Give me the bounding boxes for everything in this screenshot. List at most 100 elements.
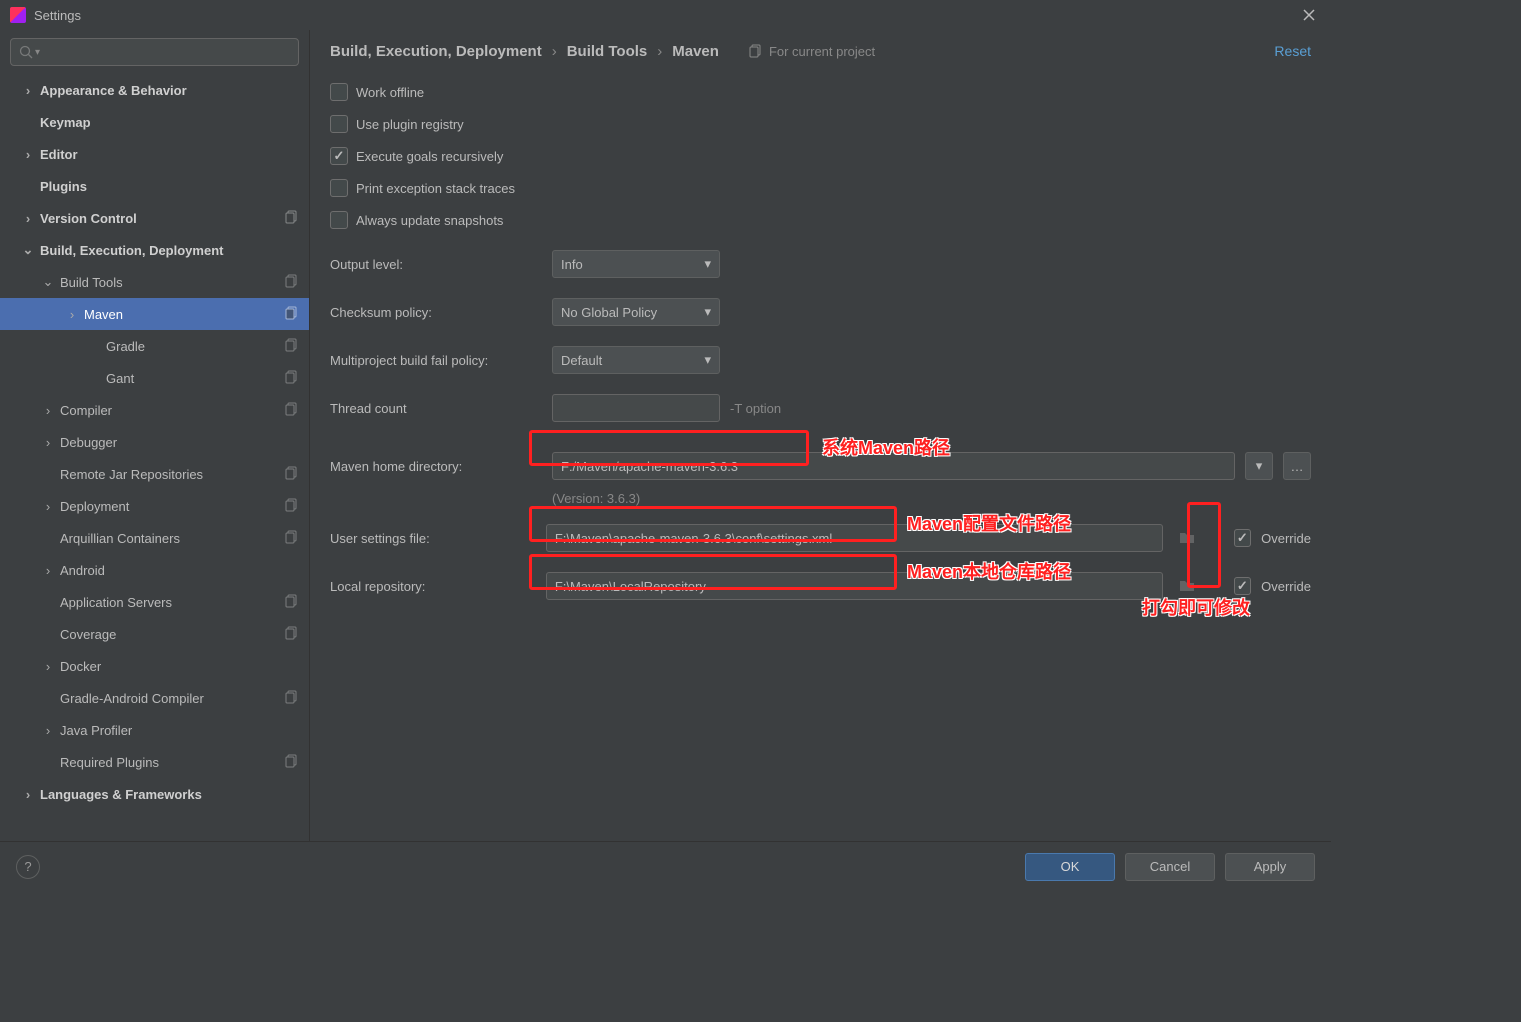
sidebar-item-gradle[interactable]: Gradle xyxy=(0,330,309,362)
sidebar-item-plugins[interactable]: Plugins xyxy=(0,170,309,202)
sidebar-item-deployment[interactable]: ›Deployment xyxy=(0,490,309,522)
copy-icon xyxy=(285,690,299,707)
copy-icon xyxy=(285,370,299,387)
output-level-select[interactable]: Info ▾ xyxy=(552,250,720,278)
chevron-right-icon: › xyxy=(40,403,56,418)
user-settings-override-checkbox[interactable] xyxy=(1234,529,1252,547)
checkbox[interactable] xyxy=(330,211,348,229)
sidebar-item-label: Android xyxy=(60,563,105,578)
copy-icon xyxy=(285,210,299,227)
user-settings-override-label: Override xyxy=(1261,531,1311,546)
user-settings-label: User settings file: xyxy=(330,531,536,546)
sidebar-item-editor[interactable]: ›Editor xyxy=(0,138,309,170)
breadcrumb-row: Build, Execution, Deployment › Build Too… xyxy=(310,30,1331,72)
output-level-label: Output level: xyxy=(330,257,542,272)
maven-home-browse-button[interactable]: … xyxy=(1283,452,1311,480)
chevron-down-icon: ⌄ xyxy=(40,274,56,290)
sidebar-item-debugger[interactable]: ›Debugger xyxy=(0,426,309,458)
chevron-right-icon: › xyxy=(40,563,56,578)
sidebar-item-docker[interactable]: › Docker xyxy=(0,650,309,682)
sidebar-item-label: Languages & Frameworks xyxy=(40,787,202,802)
help-button[interactable]: ? xyxy=(16,855,40,879)
checkbox-row: Execute goals recursively xyxy=(330,140,1311,172)
maven-home-dropdown[interactable]: ▾ xyxy=(1245,452,1273,480)
chevron-right-icon: › xyxy=(657,43,662,60)
local-repo-label: Local repository: xyxy=(330,579,536,594)
close-icon[interactable] xyxy=(1297,3,1321,27)
checksum-policy-label: Checksum policy: xyxy=(330,305,542,320)
sidebar-item-maven[interactable]: ›Maven xyxy=(0,298,309,330)
local-repo-override-checkbox[interactable] xyxy=(1234,577,1252,595)
sidebar-item-label: Compiler xyxy=(60,403,112,418)
checkbox-label: Execute goals recursively xyxy=(356,149,503,164)
chevron-right-icon: › xyxy=(20,147,36,162)
sidebar-item-build-execution-deployment[interactable]: ⌄Build, Execution, Deployment xyxy=(0,234,309,266)
breadcrumb-item[interactable]: Maven xyxy=(672,43,719,60)
footer: ? OK Cancel Apply xyxy=(0,841,1331,891)
fail-policy-select[interactable]: Default ▾ xyxy=(552,346,720,374)
chevron-down-icon: ▾ xyxy=(1256,458,1263,474)
sidebar-item-application-servers[interactable]: Application Servers xyxy=(0,586,309,618)
chevron-right-icon: › xyxy=(552,43,557,60)
sidebar-item-arquillian-containers[interactable]: Arquillian Containers xyxy=(0,522,309,554)
app-icon xyxy=(10,7,26,23)
local-repo-input[interactable]: F:\Maven\LocalRepository xyxy=(546,572,1163,600)
chevron-right-icon: › xyxy=(20,211,36,226)
sidebar-item-android[interactable]: › Android xyxy=(0,554,309,586)
browse-folder-icon[interactable] xyxy=(1173,572,1202,600)
sidebar-item-build-tools[interactable]: ⌄ Build Tools xyxy=(0,266,309,298)
copy-icon xyxy=(285,754,299,771)
breadcrumb: Build, Execution, Deployment › Build Too… xyxy=(330,43,719,60)
output-level-row: Output level: Info ▾ xyxy=(330,244,1311,284)
sidebar-item-label: Build Tools xyxy=(60,275,123,290)
sidebar-item-required-plugins[interactable]: Required Plugins xyxy=(0,746,309,778)
apply-button[interactable]: Apply xyxy=(1225,853,1315,881)
sidebar-item-label: Version Control xyxy=(40,211,137,226)
copy-icon xyxy=(749,44,763,58)
copy-icon xyxy=(285,306,299,323)
sidebar-item-label: Docker xyxy=(60,659,101,674)
sidebar-item-label: Remote Jar Repositories xyxy=(60,467,203,482)
sidebar-item-coverage[interactable]: Coverage xyxy=(0,618,309,650)
sidebar-item-label: Debugger xyxy=(60,435,117,450)
settings-window: Settings ▾ ›Appearance & BehaviorKeymap›… xyxy=(0,0,1331,891)
chevron-down-icon: ▾ xyxy=(704,304,711,320)
sidebar-item-compiler[interactable]: › Compiler xyxy=(0,394,309,426)
sidebar-item-version-control[interactable]: › Version Control xyxy=(0,202,309,234)
chevron-down-icon: ▾ xyxy=(704,352,711,368)
sidebar-item-java-profiler[interactable]: ›Java Profiler xyxy=(0,714,309,746)
reset-link[interactable]: Reset xyxy=(1274,43,1311,59)
checkbox[interactable] xyxy=(330,147,348,165)
checkbox[interactable] xyxy=(330,115,348,133)
sidebar-item-keymap[interactable]: Keymap xyxy=(0,106,309,138)
sidebar: ▾ ›Appearance & BehaviorKeymap›EditorPlu… xyxy=(0,30,310,841)
chevron-right-icon: › xyxy=(40,499,56,514)
sidebar-item-appearance-behavior[interactable]: ›Appearance & Behavior xyxy=(0,74,309,106)
sidebar-item-gradle-android-compiler[interactable]: Gradle-Android Compiler xyxy=(0,682,309,714)
maven-home-label: Maven home directory: xyxy=(330,459,542,474)
checkbox[interactable] xyxy=(330,83,348,101)
maven-home-input[interactable]: F:/Maven/apache-maven-3.6.3 xyxy=(552,452,1235,480)
chevron-right-icon: › xyxy=(40,659,56,674)
checksum-policy-select[interactable]: No Global Policy ▾ xyxy=(552,298,720,326)
sidebar-item-languages-frameworks[interactable]: ›Languages & Frameworks xyxy=(0,778,309,810)
thread-count-input[interactable] xyxy=(552,394,720,422)
sidebar-item-label: Plugins xyxy=(40,179,87,194)
breadcrumb-item[interactable]: Build, Execution, Deployment xyxy=(330,43,542,60)
copy-icon xyxy=(285,402,299,419)
user-settings-input[interactable]: F:\Maven\apache-maven-3.6.3\conf\setting… xyxy=(546,524,1163,552)
sidebar-item-label: Appearance & Behavior xyxy=(40,83,187,98)
search-input[interactable]: ▾ xyxy=(10,38,299,66)
breadcrumb-item[interactable]: Build Tools xyxy=(567,43,648,60)
sidebar-item-label: Gant xyxy=(106,371,134,386)
sidebar-item-gant[interactable]: Gant xyxy=(0,362,309,394)
sidebar-item-remote-jar-repositories[interactable]: Remote Jar Repositories xyxy=(0,458,309,490)
sidebar-item-label: Gradle xyxy=(106,339,145,354)
browse-folder-icon[interactable] xyxy=(1173,524,1202,552)
checkbox[interactable] xyxy=(330,179,348,197)
cancel-button[interactable]: Cancel xyxy=(1125,853,1215,881)
sidebar-item-label: Arquillian Containers xyxy=(60,531,180,546)
user-settings-row: User settings file: F:\Maven\apache-mave… xyxy=(330,518,1311,558)
checkbox-row: Use plugin registry xyxy=(330,108,1311,140)
ok-button[interactable]: OK xyxy=(1025,853,1115,881)
